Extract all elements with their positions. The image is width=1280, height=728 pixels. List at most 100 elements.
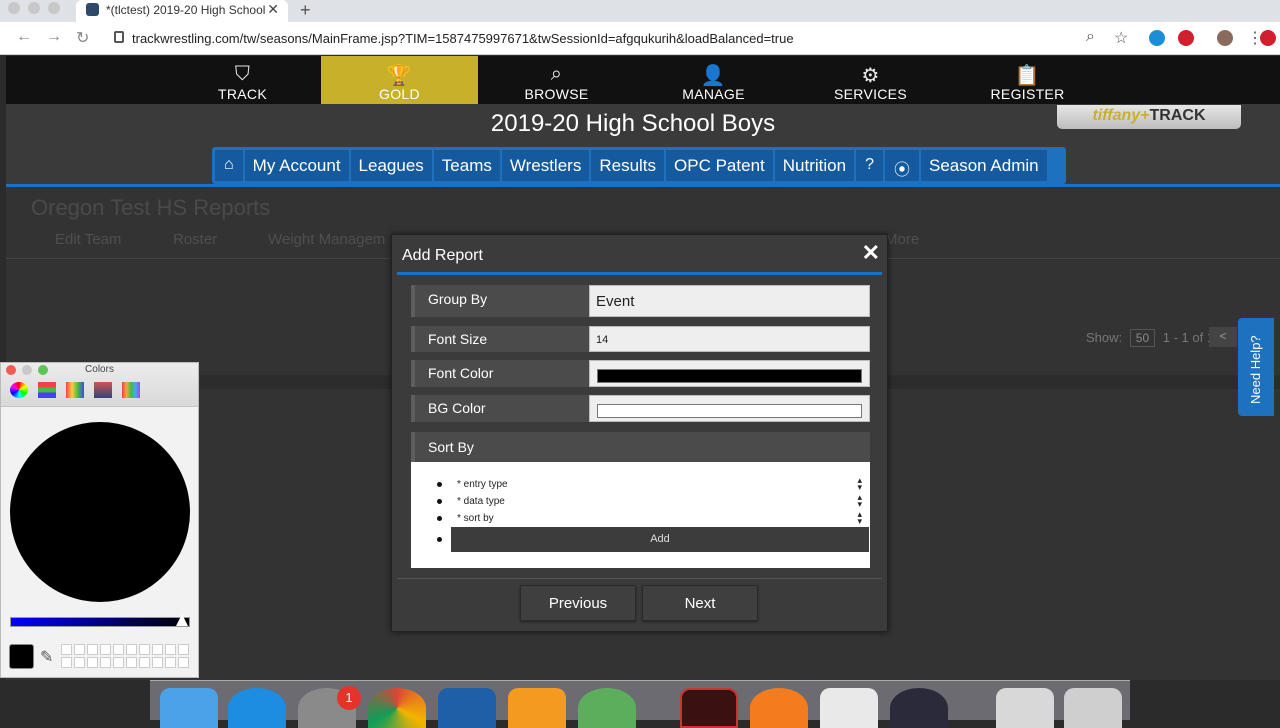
url-text: trackwrestling.com/tw/seasons/MainFrame.… — [132, 31, 794, 46]
nav-register[interactable]: 📋 REGISTER — [949, 56, 1106, 104]
group-by-row: Group By Event — [411, 285, 870, 317]
address-bar: ← → ↻ trackwrestling.com/tw/seasons/Main… — [0, 22, 1280, 55]
add-report-modal: Add Report ✕ Group By Event Font Size 14… — [391, 234, 888, 632]
color-wheel-icon[interactable] — [10, 382, 28, 398]
pager-prev-button: < — [1209, 327, 1237, 347]
font-color-label: Font Color — [411, 360, 589, 387]
help-icon[interactable]: ? — [856, 150, 883, 181]
minimize-window-button[interactable] — [28, 2, 40, 14]
sync-icon[interactable] — [578, 688, 636, 728]
menu-opc-patent[interactable]: OPC Patent — [666, 150, 773, 181]
brand-logo[interactable]: tiffany+TRACK — [1057, 105, 1241, 129]
firefox-icon[interactable] — [750, 688, 808, 728]
forward-arrow-icon[interactable]: → — [46, 28, 62, 46]
color-wheel[interactable] — [10, 422, 190, 602]
bg-link-more: More — [885, 231, 920, 248]
image-palettes-icon[interactable] — [94, 382, 112, 398]
previous-button[interactable]: Previous — [520, 585, 636, 621]
brightness-slider-knob[interactable] — [176, 614, 188, 626]
profile-avatar[interactable] — [1217, 30, 1233, 46]
colors-toolbar: Colors — [1, 363, 198, 407]
font-color-field[interactable] — [589, 360, 870, 387]
quicktime-icon[interactable] — [890, 688, 948, 728]
nav-track[interactable]: ⛉ TRACK — [164, 56, 321, 104]
extension-icon[interactable] — [1149, 30, 1165, 46]
menu-results[interactable]: Results — [591, 150, 665, 181]
sort-by-label: Sort By — [411, 432, 870, 462]
menu-teams[interactable]: Teams — [433, 150, 500, 181]
update-icon[interactable] — [1260, 30, 1276, 46]
close-window-button[interactable] — [8, 2, 20, 14]
swatch-grid[interactable] — [61, 644, 189, 668]
phone-icon[interactable] — [508, 688, 566, 728]
installer-icon[interactable] — [820, 688, 878, 728]
finder-icon[interactable] — [160, 688, 218, 728]
next-button[interactable]: Next — [642, 585, 758, 621]
home-icon[interactable]: ⌂ — [215, 150, 243, 181]
new-tab-button[interactable]: + — [300, 0, 311, 21]
current-color-swatch[interactable] — [9, 644, 34, 669]
bullet — [437, 537, 442, 542]
sort-entry-type-select[interactable]: * entry type ▴ ▾ — [437, 476, 862, 493]
minimize-panel-button[interactable] — [22, 365, 32, 375]
zoom-panel-button[interactable] — [38, 365, 48, 375]
color-palettes-icon[interactable] — [66, 382, 84, 398]
documents-folder-icon[interactable] — [996, 688, 1054, 728]
app-store-icon[interactable] — [228, 688, 286, 728]
font-color-swatch[interactable] — [597, 369, 862, 383]
browser-tabstrip: *(tlctest) 2019-20 High School ✕ + — [0, 0, 1280, 22]
reload-icon[interactable]: ↻ — [76, 28, 89, 48]
pencils-icon[interactable] — [122, 382, 140, 398]
pinterest-icon[interactable] — [1178, 30, 1194, 46]
acrobat-icon[interactable] — [680, 688, 738, 728]
colors-panel: Colors ✎ — [0, 362, 199, 678]
trophy-icon: 🏆 — [386, 65, 413, 87]
sort-by-select[interactable]: * sort by ▴ ▾ — [437, 510, 862, 527]
tab-close-icon[interactable]: ✕ — [267, 1, 279, 18]
bg-color-field[interactable] — [589, 395, 870, 422]
need-help-tab[interactable]: Need Help? — [1238, 318, 1274, 416]
back-arrow-icon[interactable]: ← — [16, 28, 32, 46]
bg-color-swatch[interactable] — [597, 404, 862, 418]
bg-color-label: BG Color — [411, 395, 589, 422]
menu-nutrition[interactable]: Nutrition — [774, 150, 855, 181]
chrome-icon[interactable] — [368, 688, 426, 728]
bg-link-roster: Roster — [173, 231, 218, 248]
nav-manage[interactable]: 👤 MANAGE — [635, 56, 792, 104]
brightness-slider[interactable] — [10, 617, 190, 627]
sort-data-type-select[interactable]: * data type ▴ ▾ — [437, 492, 862, 510]
bg-link-weight-management: Weight Managem — [268, 231, 386, 248]
menu-my-account[interactable]: My Account — [244, 150, 349, 181]
nav-gold[interactable]: 🏆 GOLD — [321, 56, 478, 104]
lock-icon — [114, 31, 124, 43]
trash-icon[interactable] — [1064, 688, 1122, 728]
select-arrows-icon: ▴ ▾ — [857, 492, 862, 509]
bg-color-row: BG Color — [411, 395, 870, 422]
bullet — [437, 482, 442, 487]
nav-services[interactable]: ⚙ SERVICES — [792, 56, 949, 104]
bullet — [437, 516, 442, 521]
group-by-field[interactable]: Event — [589, 285, 870, 317]
close-icon[interactable]: ✕ — [862, 240, 880, 266]
bookmark-star-icon[interactable]: ☆ — [1114, 28, 1128, 48]
bg-link-edit-team: Edit Team — [55, 231, 122, 248]
font-size-label: Font Size — [411, 326, 589, 352]
se-sports-icon[interactable] — [438, 688, 496, 728]
url-field[interactable]: trackwrestling.com/tw/seasons/MainFrame.… — [106, 26, 1106, 50]
menu-wrestlers[interactable]: Wrestlers — [501, 150, 590, 181]
rss-icon[interactable]: ⦿ — [884, 150, 919, 181]
macos-dock — [150, 680, 1130, 720]
eyedropper-icon[interactable]: ✎ — [40, 647, 53, 667]
show-count: Show: 50 1 - 1 of 1 — [1086, 329, 1215, 347]
color-sliders-icon[interactable] — [38, 382, 56, 398]
menu-season-admin[interactable]: Season Admin — [920, 150, 1047, 181]
menu-leagues[interactable]: Leagues — [350, 150, 432, 181]
close-panel-button[interactable] — [6, 365, 16, 375]
add-sort-button[interactable]: Add — [451, 527, 869, 552]
browser-tab[interactable]: *(tlctest) 2019-20 High School ✕ — [76, 0, 288, 22]
nav-browse[interactable]: ⌕ BROWSE — [478, 56, 635, 104]
modal-footer-divider — [397, 578, 882, 579]
font-size-field[interactable]: 14 — [589, 326, 870, 352]
zoom-icon[interactable]: ⌕ — [1086, 28, 1095, 46]
maximize-window-button[interactable] — [48, 2, 60, 14]
